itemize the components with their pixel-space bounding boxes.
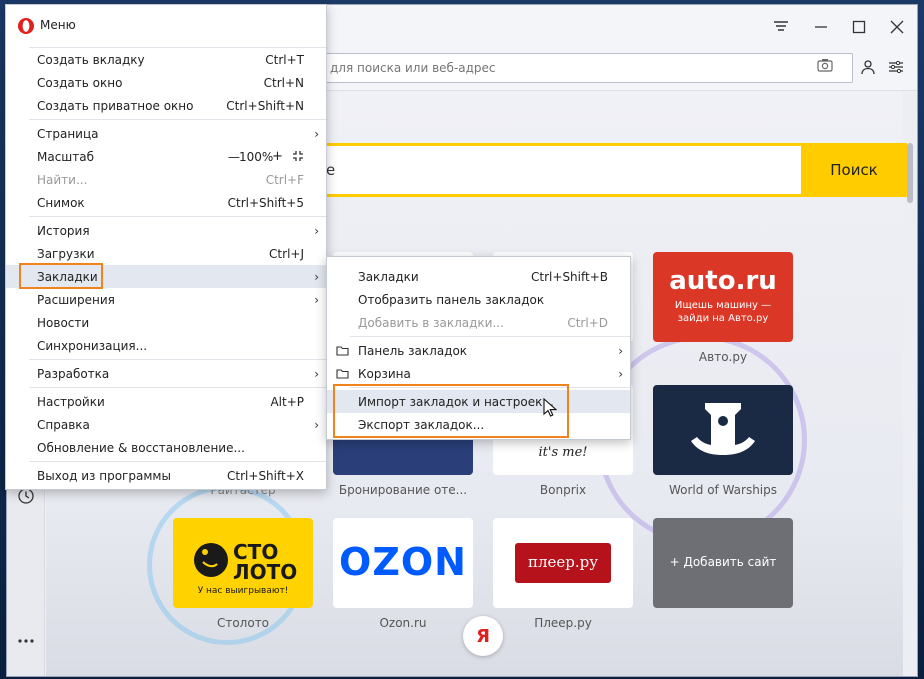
submenu-item-bookmarks[interactable]: Закладки Ctrl+Shift+B <box>327 265 630 288</box>
tile-label-pleer: Плеер.ру <box>534 616 592 630</box>
chevron-right-icon: › <box>314 223 319 238</box>
chevron-right-icon: › <box>618 366 623 381</box>
add-site-label: + Добавить сайт <box>669 555 777 569</box>
menu-item-snapshot[interactable]: Снимок Ctrl+Shift+5 <box>6 191 326 214</box>
menu-item-exit[interactable]: Выход из программы Ctrl+Shift+X <box>6 464 326 487</box>
menu-title: Меню <box>40 18 76 32</box>
menu-item-settings[interactable]: Настройки Alt+P <box>6 390 326 413</box>
menu-item-new-tab[interactable]: Создать вкладку Ctrl+T <box>6 48 326 71</box>
folder-icon <box>336 345 349 359</box>
maximize-icon[interactable] <box>845 13 873 41</box>
profile-icon[interactable] <box>859 59 877 77</box>
world-of-warships-logo-icon <box>691 403 755 455</box>
submenu-item-show-bookmarks-bar[interactable]: Отобразить панель закладок <box>327 288 630 311</box>
menu-item-find: Найти... Ctrl+F <box>37 172 304 187</box>
menu-item-help[interactable]: Справка › <box>6 413 326 436</box>
minimize-icon[interactable] <box>807 13 835 41</box>
menu-item-history[interactable]: История › <box>6 219 326 242</box>
submenu-item-bookmarks-bar-folder[interactable]: Панель закладок › <box>327 339 630 362</box>
main-menu: Меню Создать вкладку Ctrl+T Создать окно C… <box>5 4 327 490</box>
chevron-right-icon: › <box>314 366 319 381</box>
menu-separator <box>350 387 630 388</box>
mouse-cursor-icon <box>543 397 558 421</box>
scrollbar-thumb[interactable] <box>907 143 913 203</box>
menu-item-bookmarks[interactable]: Закладки › <box>6 265 326 288</box>
menu-separator <box>29 359 326 360</box>
tile-label-world-of-warships: World of Warships <box>668 483 778 497</box>
chevron-right-icon: › <box>314 126 319 141</box>
speed-dial-tile-pleer[interactable]: плеер.ру <box>493 518 633 608</box>
tile-label-booking: Бронирование оте... <box>338 483 468 497</box>
menu-separator <box>29 461 326 462</box>
add-site-tile[interactable]: + Добавить сайт <box>653 518 793 608</box>
opera-logo-icon <box>18 18 34 34</box>
search-input-text: e <box>326 161 336 179</box>
menu-separator <box>350 336 630 337</box>
menu-item-new-window[interactable]: Создать окно Ctrl+N <box>6 71 326 94</box>
menu-header[interactable]: Меню <box>6 5 328 45</box>
tab-menu-icon[interactable] <box>767 13 795 41</box>
menu-separator <box>29 216 326 217</box>
yandex-logo: Я <box>476 625 490 647</box>
address-input[interactable] <box>257 53 853 83</box>
bonprix-logo: it's me! <box>538 445 588 460</box>
menu-separator <box>29 119 326 120</box>
menu-item-zoom: Масштаб — 100% + <box>6 145 326 168</box>
tile-label-auto-ru: Авто.ру <box>698 350 748 364</box>
submenu-item-import-bookmarks[interactable]: Импорт закладок и настроек... <box>327 390 630 413</box>
fullscreen-icon[interactable] <box>292 150 304 165</box>
camera-icon[interactable] <box>815 58 835 78</box>
search-button[interactable]: Поиск <box>801 143 907 197</box>
menu-item-page[interactable]: Страница › <box>6 122 326 145</box>
more-icon[interactable] <box>15 629 37 651</box>
tile-label-ozon: Ozon.ru <box>379 616 427 630</box>
pleer-logo: плеер.ру <box>527 553 599 571</box>
ozon-logo: OZON <box>339 540 467 584</box>
menu-item-update-recovery[interactable]: Обновление & восстановление... <box>6 436 326 459</box>
auto-ru-logo: auto.ru <box>669 266 777 296</box>
menu-item-sync[interactable]: Синхронизация... <box>6 334 326 357</box>
bookmarks-submenu: Закладки Ctrl+Shift+B Отобразить панель з… <box>326 256 631 440</box>
menu-separator <box>29 387 326 388</box>
zoom-in-button[interactable]: + <box>272 149 283 164</box>
auto-ru-tagline-2: зайди на Авто.ру <box>677 313 769 324</box>
zoom-value: 100% <box>239 149 274 164</box>
speed-dial-tile-world-of-warships[interactable] <box>653 385 793 475</box>
yandex-search-input[interactable]: e <box>307 143 807 197</box>
speed-dial-tile-auto-ru[interactable]: auto.ru Ищешь машину — зайди на Авто.ру <box>653 252 793 342</box>
auto-ru-tagline-1: Ищешь машину — <box>674 300 772 311</box>
menu-item-news[interactable]: Новости <box>6 311 326 334</box>
speed-dial-tile-stoloto[interactable]: СТО ЛОТО У нас выигрывают! <box>173 518 313 608</box>
chevron-right-icon: › <box>314 292 319 307</box>
menu-item-new-private-window[interactable]: Создать приватное окно Ctrl+Shift+N <box>6 94 326 117</box>
menu-item-extensions[interactable]: Расширения › <box>6 288 326 311</box>
yandex-badge[interactable]: Я <box>463 616 503 656</box>
close-icon[interactable] <box>883 13 911 41</box>
easy-setup-icon[interactable] <box>887 59 905 77</box>
menu-item-developer[interactable]: Разработка › <box>6 362 326 385</box>
submenu-item-add-bookmark: Добавить в закладки... Ctrl+D <box>358 315 608 330</box>
tile-label-bonprix: Bonprix <box>539 483 587 497</box>
stoloto-logo-line-2: ЛОТО <box>233 560 298 584</box>
submenu-item-trash-folder[interactable]: Корзина › <box>327 362 630 385</box>
stoloto-tagline: У нас выигрывают! <box>197 586 289 596</box>
tile-label-stoloto: Столото <box>216 616 270 630</box>
pleer-logo-box: плеер.ру <box>515 543 611 583</box>
menu-item-downloads[interactable]: Загрузки Ctrl+J <box>6 242 326 265</box>
speed-dial-tile-ozon[interactable]: OZON <box>333 518 473 608</box>
history-icon[interactable] <box>15 487 37 509</box>
folder-icon <box>336 368 349 382</box>
submenu-item-export-bookmarks[interactable]: Экспорт закладок... <box>327 413 630 436</box>
chevron-right-icon: › <box>314 417 319 432</box>
chevron-right-icon: › <box>314 269 319 284</box>
chevron-right-icon: › <box>618 343 623 358</box>
